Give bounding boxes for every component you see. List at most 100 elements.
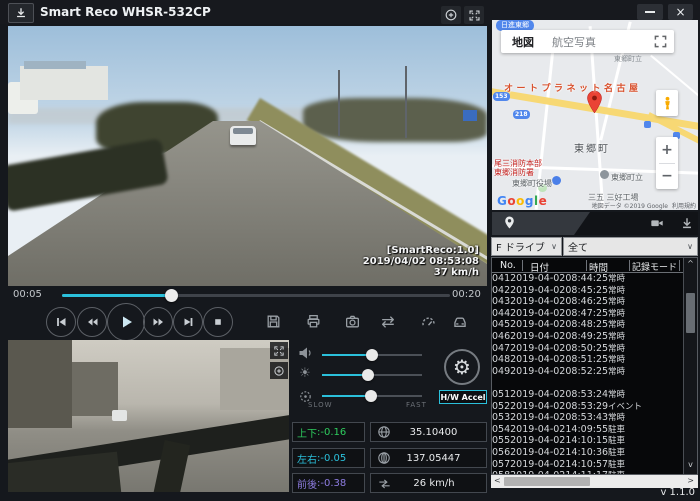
- timeline-track[interactable]: [62, 294, 450, 297]
- file-row[interactable]: 0462019-04-0208:49:25常時: [492, 331, 682, 343]
- video-zoom-button[interactable]: [441, 6, 461, 24]
- rewind-button[interactable]: [77, 307, 107, 337]
- volume-thumb[interactable]: [366, 349, 378, 361]
- dashboard-button[interactable]: [418, 311, 438, 331]
- map-panel[interactable]: 日進東郷 東郷町立 153 218 オートプラネット名古屋 東郷町 尾三消防本部…: [492, 20, 698, 210]
- file-cell: 2019-04-02: [510, 366, 565, 377]
- print-button[interactable]: [303, 311, 323, 331]
- longitude-box: 137.05447: [370, 448, 487, 468]
- export-button[interactable]: [8, 3, 34, 23]
- file-cell: 常時: [608, 355, 625, 365]
- file-cell: 2019-04-02: [510, 447, 565, 458]
- download-icon: [14, 6, 28, 20]
- map-terms-link[interactable]: 利用規約: [672, 201, 696, 210]
- file-row[interactable]: 0452019-04-0208:48:25常時: [492, 319, 682, 331]
- file-cell: 08:48:25: [565, 319, 608, 330]
- save-button[interactable]: [263, 311, 283, 331]
- scene-pole: [338, 70, 340, 136]
- map-tab[interactable]: 地図: [512, 34, 534, 50]
- scroll-down-arrow[interactable]: v: [684, 460, 697, 469]
- file-row[interactable]: 0492019-04-0208:52:25常時: [492, 366, 682, 378]
- file-row[interactable]: 0522019-04-0208:53:29イベント: [492, 401, 682, 413]
- slow-label: SLOW: [308, 401, 333, 409]
- file-cell: 駐車: [608, 436, 625, 446]
- scroll-up-arrow[interactable]: ^: [684, 259, 697, 268]
- file-row[interactable]: 0482019-04-0208:51:25常時: [492, 354, 682, 366]
- file-row[interactable]: 0572019-04-0214:10:57駐車: [492, 459, 682, 471]
- camcorder-button[interactable]: [648, 216, 666, 230]
- vertical-scrollbar[interactable]: ^ v: [683, 258, 697, 474]
- overlay-speed: 37 km/h: [363, 267, 479, 278]
- file-row[interactable]: 0422019-04-0208:45:25常時: [492, 285, 682, 297]
- hw-accel-button[interactable]: H/W Accel: [439, 390, 487, 404]
- satellite-tab[interactable]: 航空写真: [552, 34, 596, 50]
- map-fullscreen-button[interactable]: [654, 35, 667, 48]
- timeline-duration: 00:20: [452, 289, 481, 300]
- scroll-right-arrow[interactable]: >: [687, 476, 694, 485]
- fast-forward-button[interactable]: [143, 307, 173, 337]
- map-label-fire-station: 東郷消防署: [494, 167, 534, 178]
- column-header-mode[interactable]: 記録モード: [632, 260, 677, 273]
- file-row[interactable]: 0552019-04-0214:10:15駐車: [492, 435, 682, 447]
- file-row[interactable]: 0532019-04-0208:53:43常時: [492, 412, 682, 424]
- play-button[interactable]: [107, 303, 145, 341]
- rear-camera-view[interactable]: [8, 340, 289, 492]
- location-pin-button[interactable]: [502, 215, 517, 231]
- volume-slider[interactable]: [322, 354, 422, 356]
- file-row[interactable]: 0432019-04-0208:46:25常時: [492, 296, 682, 308]
- column-divider: [586, 260, 587, 271]
- scene-car-window: [233, 128, 253, 134]
- speedometer-icon: [420, 313, 437, 330]
- subvideo-expand-button[interactable]: [270, 342, 288, 359]
- pegman-button[interactable]: [656, 90, 678, 116]
- playback-speed-thumb[interactable]: [365, 390, 377, 402]
- map-label-school: 東郷町立: [611, 172, 643, 183]
- stop-icon: [210, 314, 226, 330]
- swap-view-button[interactable]: ⇄: [378, 311, 398, 331]
- minimize-button[interactable]: [637, 4, 663, 20]
- front-camera-view[interactable]: [SmartReco:1.0] 2019/04/02 08:53:08 37 k…: [8, 26, 487, 286]
- chevron-down-icon: ∨: [687, 242, 693, 251]
- zoom-in-button[interactable]: +: [656, 137, 678, 163]
- skip-start-button[interactable]: [46, 307, 76, 337]
- column-header-date[interactable]: 日付: [530, 260, 549, 274]
- column-header-no[interactable]: No.: [500, 260, 516, 271]
- scroll-left-arrow[interactable]: <: [494, 476, 501, 485]
- overlay-firmware: [SmartReco:1.0]: [363, 245, 479, 256]
- rewind-icon: [84, 314, 100, 330]
- snapshot-button[interactable]: [342, 311, 362, 331]
- brightness-thumb[interactable]: [362, 369, 374, 381]
- close-button[interactable]: ×: [668, 4, 693, 20]
- file-cell: 053: [492, 412, 510, 423]
- file-cell: 2019-04-02: [510, 308, 565, 319]
- file-cell: 14:10:36: [565, 447, 608, 458]
- file-cell: 08:53:24: [565, 389, 608, 400]
- gear-icon: ⚙: [453, 357, 471, 377]
- file-row[interactable]: 0442019-04-0208:47:25常時: [492, 308, 682, 320]
- vehicle-info-button[interactable]: [450, 311, 470, 331]
- skip-end-button[interactable]: [173, 307, 203, 337]
- settings-button[interactable]: ⚙: [444, 349, 480, 385]
- brightness-slider[interactable]: [322, 374, 422, 376]
- zoom-out-button[interactable]: −: [656, 164, 678, 190]
- gsensor-leftright-label: 左右: [297, 451, 317, 466]
- map-copyright: 地図データ ©2019 Google: [592, 201, 668, 210]
- column-header-time[interactable]: 時間: [589, 260, 608, 274]
- file-cell: 2019-04-02: [510, 401, 565, 412]
- stop-button[interactable]: [203, 307, 233, 337]
- file-row[interactable]: 0512019-04-0208:53:24常時: [492, 389, 682, 401]
- scrollbar-thumb[interactable]: [504, 477, 590, 486]
- subvideo-zoom-button[interactable]: [270, 362, 288, 379]
- scrollbar-thumb[interactable]: [686, 293, 695, 333]
- timeline-thumb[interactable]: [165, 289, 178, 302]
- file-row[interactable]: 0542019-04-0214:09:55駐車: [492, 424, 682, 436]
- file-row[interactable]: 0472019-04-0208:50:25常時: [492, 343, 682, 355]
- scene-car: [230, 126, 256, 145]
- file-row[interactable]: 0412019-04-0208:44:25常時: [492, 273, 682, 285]
- drive-select[interactable]: F ドライブ ∨: [491, 237, 562, 256]
- download-file-button[interactable]: [680, 216, 694, 230]
- file-row[interactable]: 0562019-04-0214:10:36駐車: [492, 447, 682, 459]
- filter-select[interactable]: 全て ∨: [563, 237, 698, 256]
- video-expand-button[interactable]: [464, 6, 484, 24]
- playback-speed-slider[interactable]: [322, 395, 422, 397]
